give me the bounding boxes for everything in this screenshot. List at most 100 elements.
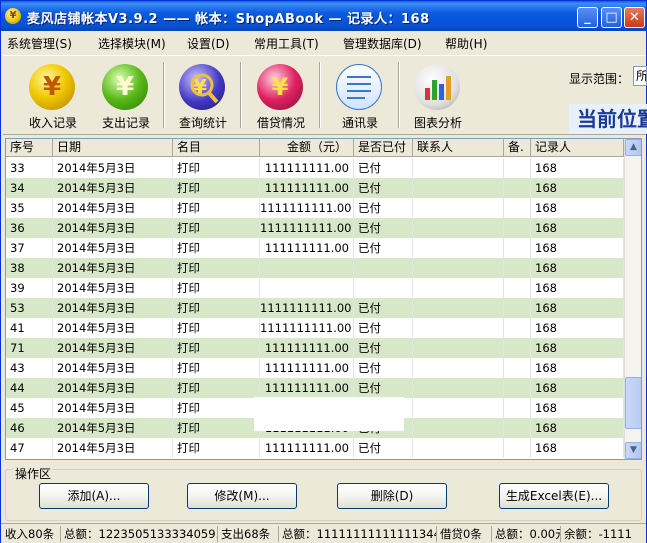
cell-note: [504, 338, 531, 358]
table-header: 序号 日期 名目 金额（元） 是否已付 联系人 备. 记录人: [6, 139, 624, 157]
vertical-scrollbar[interactable]: ▲ ▼: [624, 139, 641, 459]
cell-date: 2014年5月3日: [53, 278, 173, 298]
table-row[interactable]: 37 2014年5月3日 打印 111111111.00 已付 168: [6, 238, 624, 258]
cell-amount: 1111111111.00: [260, 318, 354, 338]
scroll-up-icon[interactable]: ▲: [625, 139, 641, 156]
cell-date: 2014年5月3日: [53, 318, 173, 338]
add-button[interactable]: 添加(A)...: [39, 483, 149, 509]
cell-amount: 111111111.00: [260, 358, 354, 378]
column-header-paid[interactable]: 是否已付: [354, 139, 413, 157]
address-book-button[interactable]: 通讯录: [328, 60, 392, 132]
cell-paid: 已付: [354, 218, 413, 238]
column-header-item[interactable]: 名目: [173, 139, 260, 157]
cell-item: 打印: [173, 398, 260, 418]
cell-contact: [413, 178, 504, 198]
cell-item: 打印: [173, 218, 260, 238]
close-button[interactable]: ✕: [624, 7, 645, 28]
cell-recorder: 168: [531, 298, 624, 318]
table-row[interactable]: 35 2014年5月3日 打印 1111111111.00 已付 168: [6, 198, 624, 218]
income-yuan-icon: ¥: [29, 64, 75, 110]
minimize-button[interactable]: _: [577, 7, 598, 28]
table-row[interactable]: 36 2014年5月3日 打印 1111111111.00 已付 168: [6, 218, 624, 238]
cell-date: 2014年5月3日: [53, 418, 173, 438]
table-row[interactable]: 71 2014年5月3日 打印 111111111.00 已付 168: [6, 338, 624, 358]
records-table[interactable]: 序号 日期 名目 金额（元） 是否已付 联系人 备. 记录人 33 2014年5月…: [5, 138, 642, 460]
expense-records-button[interactable]: ¥ 支出记录: [94, 60, 158, 132]
column-header-amount[interactable]: 金额（元）: [260, 139, 354, 157]
delete-button[interactable]: 删除(D): [337, 483, 447, 509]
cell-recorder: 168: [531, 378, 624, 398]
menu-system[interactable]: 系统管理(S): [7, 35, 72, 52]
cell-note: [504, 278, 531, 298]
menu-settings[interactable]: 设置(D): [187, 35, 230, 52]
app-coin-icon: ¥: [5, 8, 21, 24]
loan-status-button[interactable]: ¥ 借贷情况: [249, 60, 313, 132]
export-excel-button[interactable]: 生成Excel表(E)...: [499, 483, 609, 509]
query-stats-button[interactable]: ¥ 查询统计: [171, 60, 235, 132]
column-header-date[interactable]: 日期: [53, 139, 173, 157]
cell-contact: [413, 198, 504, 218]
cell-amount: [260, 278, 354, 298]
cell-contact: [413, 338, 504, 358]
display-range-select[interactable]: 所: [633, 66, 647, 86]
loan-yuan-icon: ¥: [257, 64, 303, 110]
expense-total: 总额：11111111111111344000: [280, 526, 437, 542]
cell-recorder: 168: [531, 358, 624, 378]
chart-analysis-button[interactable]: 图表分析: [406, 60, 470, 132]
table-row[interactable]: 53 2014年5月3日 打印 1111111111.00 已付 168: [6, 298, 624, 318]
cell-recorder: 168: [531, 438, 624, 458]
table-row[interactable]: 47 2014年5月3日 打印 111111111.00 已付 168: [6, 438, 624, 458]
cell-note: [504, 358, 531, 378]
cell-item: 打印: [173, 438, 260, 458]
toolbar-divider: [240, 62, 242, 128]
cell-paid: 已付: [354, 158, 413, 178]
cell-amount: 111111111.00: [260, 438, 354, 458]
table-row[interactable]: 34 2014年5月3日 打印 111111111.00 已付 168: [6, 178, 624, 198]
table-row[interactable]: 41 2014年5月3日 打印 1111111111.00 已付 168: [6, 318, 624, 338]
address-book-label: 通讯录: [341, 116, 378, 130]
cell-contact: [413, 218, 504, 238]
income-total: 总额：1223505133334059.00元: [64, 526, 218, 542]
cell-date: 2014年5月3日: [53, 258, 173, 278]
menu-help[interactable]: 帮助(H): [445, 35, 487, 52]
menu-database[interactable]: 管理数据库(D): [343, 35, 422, 52]
menu-modules[interactable]: 选择模块(M): [98, 35, 166, 52]
table-row[interactable]: 38 2014年5月3日 打印 168: [6, 258, 624, 278]
edit-button[interactable]: 修改(M)...: [187, 483, 297, 509]
column-header-note[interactable]: 备.: [504, 139, 531, 157]
cell-id: 41: [6, 318, 53, 338]
balance: 余额：-1111: [564, 527, 632, 541]
cell-contact: [413, 438, 504, 458]
query-stats-label: 查询统计: [178, 116, 227, 130]
maximize-button[interactable]: □: [601, 7, 622, 28]
menu-tools[interactable]: 常用工具(T): [254, 35, 319, 52]
table-row[interactable]: 33 2014年5月3日 打印 111111111.00 已付 168: [6, 158, 624, 178]
expense-count: 支出68条: [219, 526, 279, 542]
column-header-contact[interactable]: 联系人: [413, 139, 504, 157]
cell-paid: 已付: [354, 378, 413, 398]
cell-date: 2014年5月3日: [53, 178, 173, 198]
table-row[interactable]: 43 2014年5月3日 打印 111111111.00 已付 168: [6, 358, 624, 378]
income-records-button[interactable]: ¥ 收入记录: [21, 60, 85, 132]
scroll-thumb[interactable]: [625, 377, 641, 429]
render-artifact: [254, 397, 404, 431]
cell-id: 53: [6, 298, 53, 318]
column-header-recorder[interactable]: 记录人: [531, 139, 624, 157]
cell-note: [504, 418, 531, 438]
toolbar: ¥ 收入记录 ¥ 支出记录 ¥ 查询统计 ¥ 借贷情况 通讯录 图表分析 显示范…: [3, 55, 647, 135]
loan-status-label: 借贷情况: [256, 116, 305, 130]
title-bar[interactable]: ¥ 麦风店铺帐本V3.9.2 —— 帐本：ShopABook — 记录人：168…: [1, 1, 646, 31]
scroll-down-icon[interactable]: ▼: [625, 442, 641, 459]
cell-contact: [413, 238, 504, 258]
address-book-icon: [336, 64, 382, 110]
table-row[interactable]: 39 2014年5月3日 打印 168: [6, 278, 624, 298]
window-title: 麦风店铺帐本V3.9.2 —— 帐本：ShopABook — 记录人：168: [27, 12, 430, 27]
table-row[interactable]: 44 2014年5月3日 打印 111111111.00 已付 168: [6, 378, 624, 398]
column-header-id[interactable]: 序号: [6, 139, 53, 157]
cell-id: 39: [6, 278, 53, 298]
cell-date: 2014年5月3日: [53, 198, 173, 218]
cell-note: [504, 438, 531, 458]
cell-note: [504, 298, 531, 318]
cell-amount: 111111111.00: [260, 158, 354, 178]
cell-note: [504, 198, 531, 218]
